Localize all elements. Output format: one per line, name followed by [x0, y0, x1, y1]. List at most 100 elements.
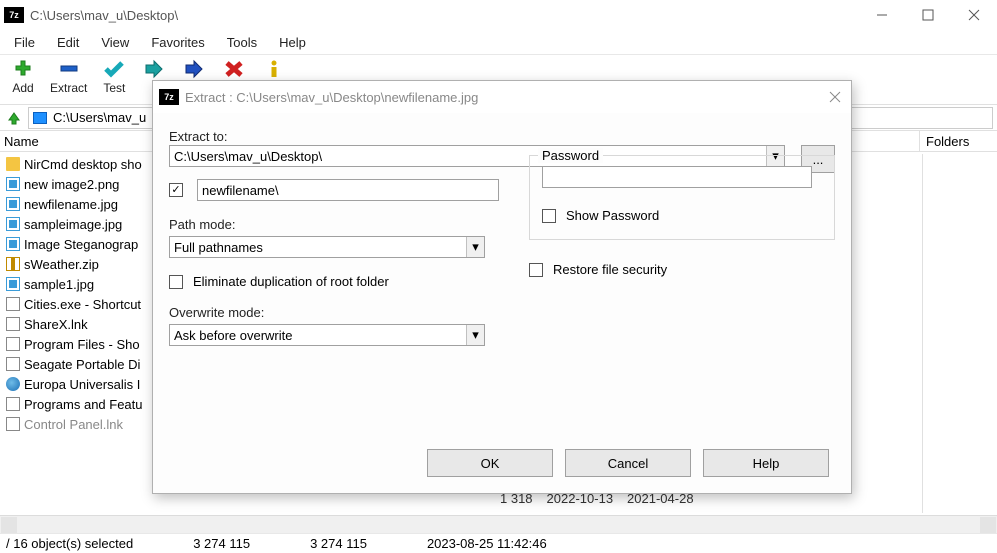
add-button[interactable]: Add [6, 57, 40, 97]
menu-view[interactable]: View [91, 33, 139, 52]
extract-to-label: Extract to: [169, 129, 499, 144]
lnk-icon [6, 317, 20, 331]
status-bar: / 16 object(s) selected 3 274 115 3 274 … [0, 533, 997, 553]
detail-date2: 2021-04-28 [627, 491, 694, 511]
file-name: NirCmd desktop sho [24, 157, 142, 172]
file-name: new image2.png [24, 177, 119, 192]
file-name: ShareX.lnk [24, 317, 88, 332]
menu-file[interactable]: File [4, 33, 45, 52]
cancel-button[interactable]: Cancel [565, 449, 691, 477]
img-icon [6, 197, 20, 211]
eliminate-checkbox[interactable] [169, 275, 183, 289]
menu-favorites[interactable]: Favorites [141, 33, 214, 52]
chevron-down-icon[interactable]: ▾ [466, 325, 484, 345]
file-name: sWeather.zip [24, 257, 99, 272]
extract-button[interactable]: Extract [46, 57, 91, 97]
status-date: 2023-08-25 11:42:46 [427, 536, 547, 551]
file-name: Europa Universalis I [24, 377, 140, 392]
folders-pane [922, 154, 997, 513]
path-mode-combo[interactable]: Full pathnames ▾ [169, 236, 485, 258]
file-name: sampleimage.jpg [24, 217, 122, 232]
subfolder-input[interactable]: newfilename\ [197, 179, 499, 201]
delete-button[interactable] [217, 57, 251, 81]
path-mode-label: Path mode: [169, 217, 499, 232]
status-size1: 3 274 115 [193, 536, 250, 551]
maximize-button[interactable] [905, 0, 951, 30]
minus-icon [56, 59, 82, 79]
info-button[interactable] [257, 57, 291, 81]
menu-bar: File Edit View Favorites Tools Help [0, 30, 997, 54]
copy-button[interactable] [137, 57, 171, 81]
file-name: Seagate Portable Di [24, 357, 140, 372]
ok-button[interactable]: OK [427, 449, 553, 477]
menu-tools[interactable]: Tools [217, 33, 267, 52]
detail-date1: 2022-10-13 [547, 491, 614, 511]
detail-size: 1 318 [500, 491, 533, 511]
zip-icon [6, 257, 20, 271]
add-label: Add [12, 81, 33, 95]
password-input[interactable] [542, 166, 812, 188]
file-name: Programs and Featu [24, 397, 143, 412]
subfolder-value: newfilename\ [202, 183, 279, 198]
lnk-icon [6, 397, 20, 411]
img-icon [6, 217, 20, 231]
img-icon [6, 177, 20, 191]
arrow-right-blue-icon [181, 59, 207, 79]
menu-edit[interactable]: Edit [47, 33, 89, 52]
monitor-icon [33, 112, 47, 124]
lnk-icon [6, 357, 20, 371]
lnk-icon [6, 337, 20, 351]
app-icon: 7z [159, 89, 179, 105]
x-icon [221, 59, 247, 79]
arrow-right-icon [141, 59, 167, 79]
eliminate-label: Eliminate duplication of root folder [193, 274, 389, 289]
extract-dialog: 7z Extract : C:\Users\mav_u\Desktop\newf… [152, 80, 852, 494]
overwrite-mode-value: Ask before overwrite [174, 328, 293, 343]
restore-security-label: Restore file security [553, 262, 667, 277]
img-icon [6, 277, 20, 291]
subfolder-checkbox[interactable] [169, 183, 183, 197]
extract-label: Extract [50, 81, 87, 95]
file-name: Cities.exe - Shortcut [24, 297, 141, 312]
chevron-down-icon[interactable]: ▾ [466, 237, 484, 257]
test-button[interactable]: Test [97, 57, 131, 97]
folder-icon [6, 157, 20, 171]
globe-icon [6, 377, 20, 391]
test-label: Test [103, 81, 125, 95]
move-button[interactable] [177, 57, 211, 81]
title-bar: 7z C:\Users\mav_u\Desktop\ [0, 0, 997, 30]
path-mode-value: Full pathnames [174, 240, 263, 255]
window-title: C:\Users\mav_u\Desktop\ [30, 8, 859, 23]
column-folders[interactable]: Folders [920, 131, 997, 151]
password-label: Password [538, 148, 603, 163]
app-icon: 7z [4, 7, 24, 23]
close-button[interactable] [951, 0, 997, 30]
lnk-icon [6, 297, 20, 311]
file-name: newfilename.jpg [24, 197, 118, 212]
up-button[interactable] [4, 108, 24, 128]
password-fieldset: Password Show Password [529, 155, 835, 240]
file-name: Image Steganograp [24, 237, 138, 252]
detail-row: 1 318 2022-10-13 2021-04-28 [500, 491, 694, 511]
info-icon [261, 59, 287, 79]
file-name: Control Panel.lnk [24, 417, 123, 432]
lnk-icon [6, 417, 20, 431]
status-selection: / 16 object(s) selected [6, 536, 133, 551]
dialog-title: Extract : C:\Users\mav_u\Desktop\newfile… [185, 90, 819, 105]
minimize-button[interactable] [859, 0, 905, 30]
dialog-title-bar[interactable]: 7z Extract : C:\Users\mav_u\Desktop\newf… [153, 81, 851, 113]
show-password-checkbox[interactable] [542, 209, 556, 223]
overwrite-mode-label: Overwrite mode: [169, 305, 499, 320]
img-icon [6, 237, 20, 251]
file-name: sample1.jpg [24, 277, 94, 292]
file-name: Program Files - Sho [24, 337, 140, 352]
dialog-close-button[interactable] [819, 83, 851, 111]
horizontal-scrollbar[interactable] [0, 515, 997, 533]
restore-security-checkbox[interactable] [529, 263, 543, 277]
menu-help[interactable]: Help [269, 33, 316, 52]
extract-to-value: C:\Users\mav_u\Desktop\ [174, 149, 322, 164]
overwrite-mode-combo[interactable]: Ask before overwrite ▾ [169, 324, 485, 346]
check-icon [101, 59, 127, 79]
help-button[interactable]: Help [703, 449, 829, 477]
show-password-label: Show Password [566, 208, 659, 223]
